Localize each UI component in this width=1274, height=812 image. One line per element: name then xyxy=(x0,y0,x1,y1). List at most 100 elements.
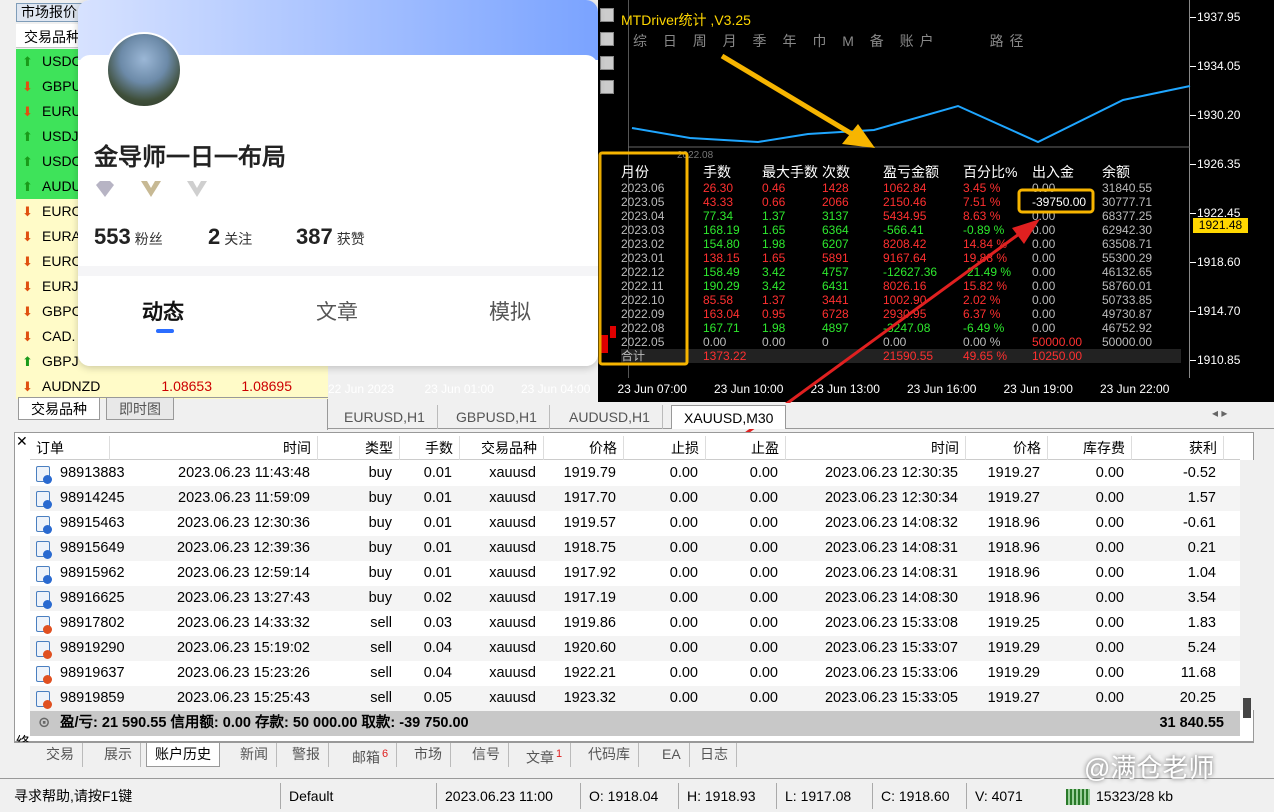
market-row[interactable]: ⬇ AUDNZD 1.08653 1.08695 xyxy=(16,374,328,399)
tab-9[interactable]: 代码库 xyxy=(580,743,639,767)
col-header[interactable]: 获利 xyxy=(1132,436,1224,460)
fans-stat[interactable]: 553 粉丝 xyxy=(94,224,163,250)
table-row[interactable]: 98915463 2023.06.23 12:30:36 buy 0.01 xauusd… xyxy=(30,511,1240,536)
stats-cell: 0.00 xyxy=(1032,279,1056,293)
tab-symbols[interactable]: 交易品种 xyxy=(18,398,100,420)
stats-cell: 46132.65 xyxy=(1102,265,1153,279)
tab-chart-audusd[interactable]: AUDUSD,H1 xyxy=(557,405,663,429)
stats-total-cell: 21590.55 xyxy=(883,349,934,363)
table-row[interactable]: 98914245 2023.06.23 11:59:09 buy 0.01 xauusd… xyxy=(30,486,1240,511)
tab-11[interactable]: 日志 xyxy=(692,743,737,767)
cell: xauusd xyxy=(489,540,536,556)
tab-chart-xauusd[interactable]: XAUUSD,M30 xyxy=(671,405,787,429)
cell: 1919.57 xyxy=(563,515,616,531)
table-row[interactable]: 98915649 2023.06.23 12:39:36 buy 0.01 xauusd… xyxy=(30,536,1240,561)
col-header[interactable]: 订单 xyxy=(30,436,110,460)
cell: 2023.06.23 14:08:30 xyxy=(824,590,958,606)
tab-0[interactable]: 交易 xyxy=(38,743,83,767)
table-row[interactable]: 98919859 2023.06.23 15:25:43 sell 0.05 xauus… xyxy=(30,686,1240,711)
cell: 2023.06.23 15:19:02 xyxy=(176,640,310,656)
cell: 0.01 xyxy=(423,490,452,506)
col-header[interactable]: 止盈 xyxy=(706,436,786,460)
column-symbol[interactable]: 交易品种 xyxy=(24,27,80,47)
table-row[interactable]: 98913883 2023.06.23 11:43:48 buy 0.01 xauusd… xyxy=(30,461,1240,486)
tab-simulation[interactable]: 模拟 xyxy=(489,296,531,326)
cell: sell xyxy=(370,640,392,656)
col-header[interactable]: 止损 xyxy=(624,436,706,460)
time-tick: 23 Jun 22:00 xyxy=(1100,382,1170,396)
tab-6[interactable]: 市场 xyxy=(406,743,451,767)
tab-8[interactable]: 文章 1 xyxy=(518,743,572,767)
follow-stat[interactable]: 2 关注 xyxy=(208,224,252,250)
arrow-down-icon: ⬇ xyxy=(22,79,33,94)
scrollbar-thumb[interactable] xyxy=(1243,698,1251,718)
avatar[interactable] xyxy=(106,32,182,108)
period-tabs[interactable]: 综 日 周 月 季 年 巾 M 备 账户 xyxy=(633,33,940,49)
col-header[interactable]: 价格 xyxy=(544,436,624,460)
cell: 0.00 xyxy=(669,540,698,556)
status-high: H: 1918.93 xyxy=(678,783,776,809)
col-header[interactable]: 交易品种 xyxy=(460,436,544,460)
stats-header: 出入金 xyxy=(1032,164,1074,180)
stats-cell: 50000.00 xyxy=(1102,335,1153,349)
stats-cell: 85.58 xyxy=(703,293,734,307)
close-icon[interactable]: ✕ xyxy=(16,433,28,450)
table-row[interactable]: 98915962 2023.06.23 12:59:14 buy 0.01 xauusd… xyxy=(30,561,1240,586)
tab-7[interactable]: 信号 xyxy=(464,743,509,767)
table-row[interactable]: 98916625 2023.06.23 13:27:43 buy 0.02 xauusd… xyxy=(30,586,1240,611)
cell: -0.52 xyxy=(1182,465,1216,481)
likes-stat[interactable]: 387 获赞 xyxy=(296,224,365,250)
order-type-dot xyxy=(43,500,52,509)
order-type-dot xyxy=(43,650,52,659)
col-header[interactable]: 时间 xyxy=(786,436,966,460)
tab-chart-eurusd[interactable]: EURUSD,H1 xyxy=(332,405,438,429)
symbol-name: EURJ xyxy=(42,278,79,294)
cell: 0.21 xyxy=(1187,540,1216,556)
col-header[interactable]: 类型 xyxy=(318,436,400,460)
cell: 0.02 xyxy=(423,590,452,606)
stats-row: 2023.06 26.30 0.46 1428 1062.84 3.45 % 0.00 318… xyxy=(621,181,1181,195)
tab-tick-chart[interactable]: 即时图 xyxy=(106,398,174,420)
silver-badge-icon xyxy=(187,181,207,197)
status-help: 寻求帮助,请按F1键 xyxy=(14,788,133,804)
tab-articles[interactable]: 文章 xyxy=(316,296,358,326)
order-type-dot xyxy=(43,700,52,709)
tab-4[interactable]: 警报 xyxy=(284,743,329,767)
tab-2[interactable]: 账户历史 xyxy=(146,743,220,767)
stats-cell: 158.49 xyxy=(703,265,740,279)
stats-cell: 0.00 xyxy=(1032,265,1056,279)
tab-1[interactable]: 展示 xyxy=(96,743,141,767)
route-tab[interactable]: 路径 xyxy=(990,33,1030,49)
chart-period-tabs[interactable]: 综 日 周 月 季 年 巾 M 备 账户 路径 xyxy=(633,31,1030,51)
cell: xauusd xyxy=(489,515,536,531)
tick-line xyxy=(1190,311,1196,312)
cell: 0.00 xyxy=(669,640,698,656)
tab-scroll-arrows[interactable]: ◂ ▸ xyxy=(1212,406,1227,420)
col-header[interactable]: 手数 xyxy=(400,436,460,460)
cell: 0.05 xyxy=(423,690,452,706)
tab-10[interactable]: EA xyxy=(654,743,690,767)
tab-dynamic[interactable]: 动态 xyxy=(142,296,184,326)
table-row[interactable]: 98919637 2023.06.23 15:23:26 sell 0.04 xauus… xyxy=(30,661,1240,686)
symbol-name: EURA xyxy=(42,228,81,244)
active-tab-indicator xyxy=(156,329,174,333)
tick-line xyxy=(1190,164,1196,165)
table-row[interactable]: 98917802 2023.06.23 14:33:32 sell 0.03 xauus… xyxy=(30,611,1240,636)
col-header[interactable]: 价格 xyxy=(966,436,1048,460)
tab-5[interactable]: 邮箱 6 xyxy=(344,743,398,767)
status-profile[interactable]: Default xyxy=(280,783,440,809)
time-tick: 23 Jun 16:00 xyxy=(907,382,977,396)
tab-chart-gbpusd[interactable]: GBPUSD,H1 xyxy=(444,405,550,429)
stats-cell: 2023.01 xyxy=(621,251,665,265)
tab-3[interactable]: 新闻 xyxy=(232,743,277,767)
cell: 0.00 xyxy=(1095,590,1124,606)
table-row[interactable]: 98919290 2023.06.23 15:19:02 sell 0.04 xauus… xyxy=(30,636,1240,661)
vertical-scrollbar[interactable] xyxy=(1240,460,1254,718)
stats-cell: 0.00 xyxy=(1032,321,1056,335)
col-header[interactable]: 库存费 xyxy=(1048,436,1132,460)
tick-line xyxy=(1190,360,1196,361)
order-type-dot xyxy=(43,525,52,534)
mail-badge: 6 xyxy=(382,748,389,760)
col-header[interactable]: 时间 xyxy=(110,436,318,460)
cell: 0.00 xyxy=(669,465,698,481)
